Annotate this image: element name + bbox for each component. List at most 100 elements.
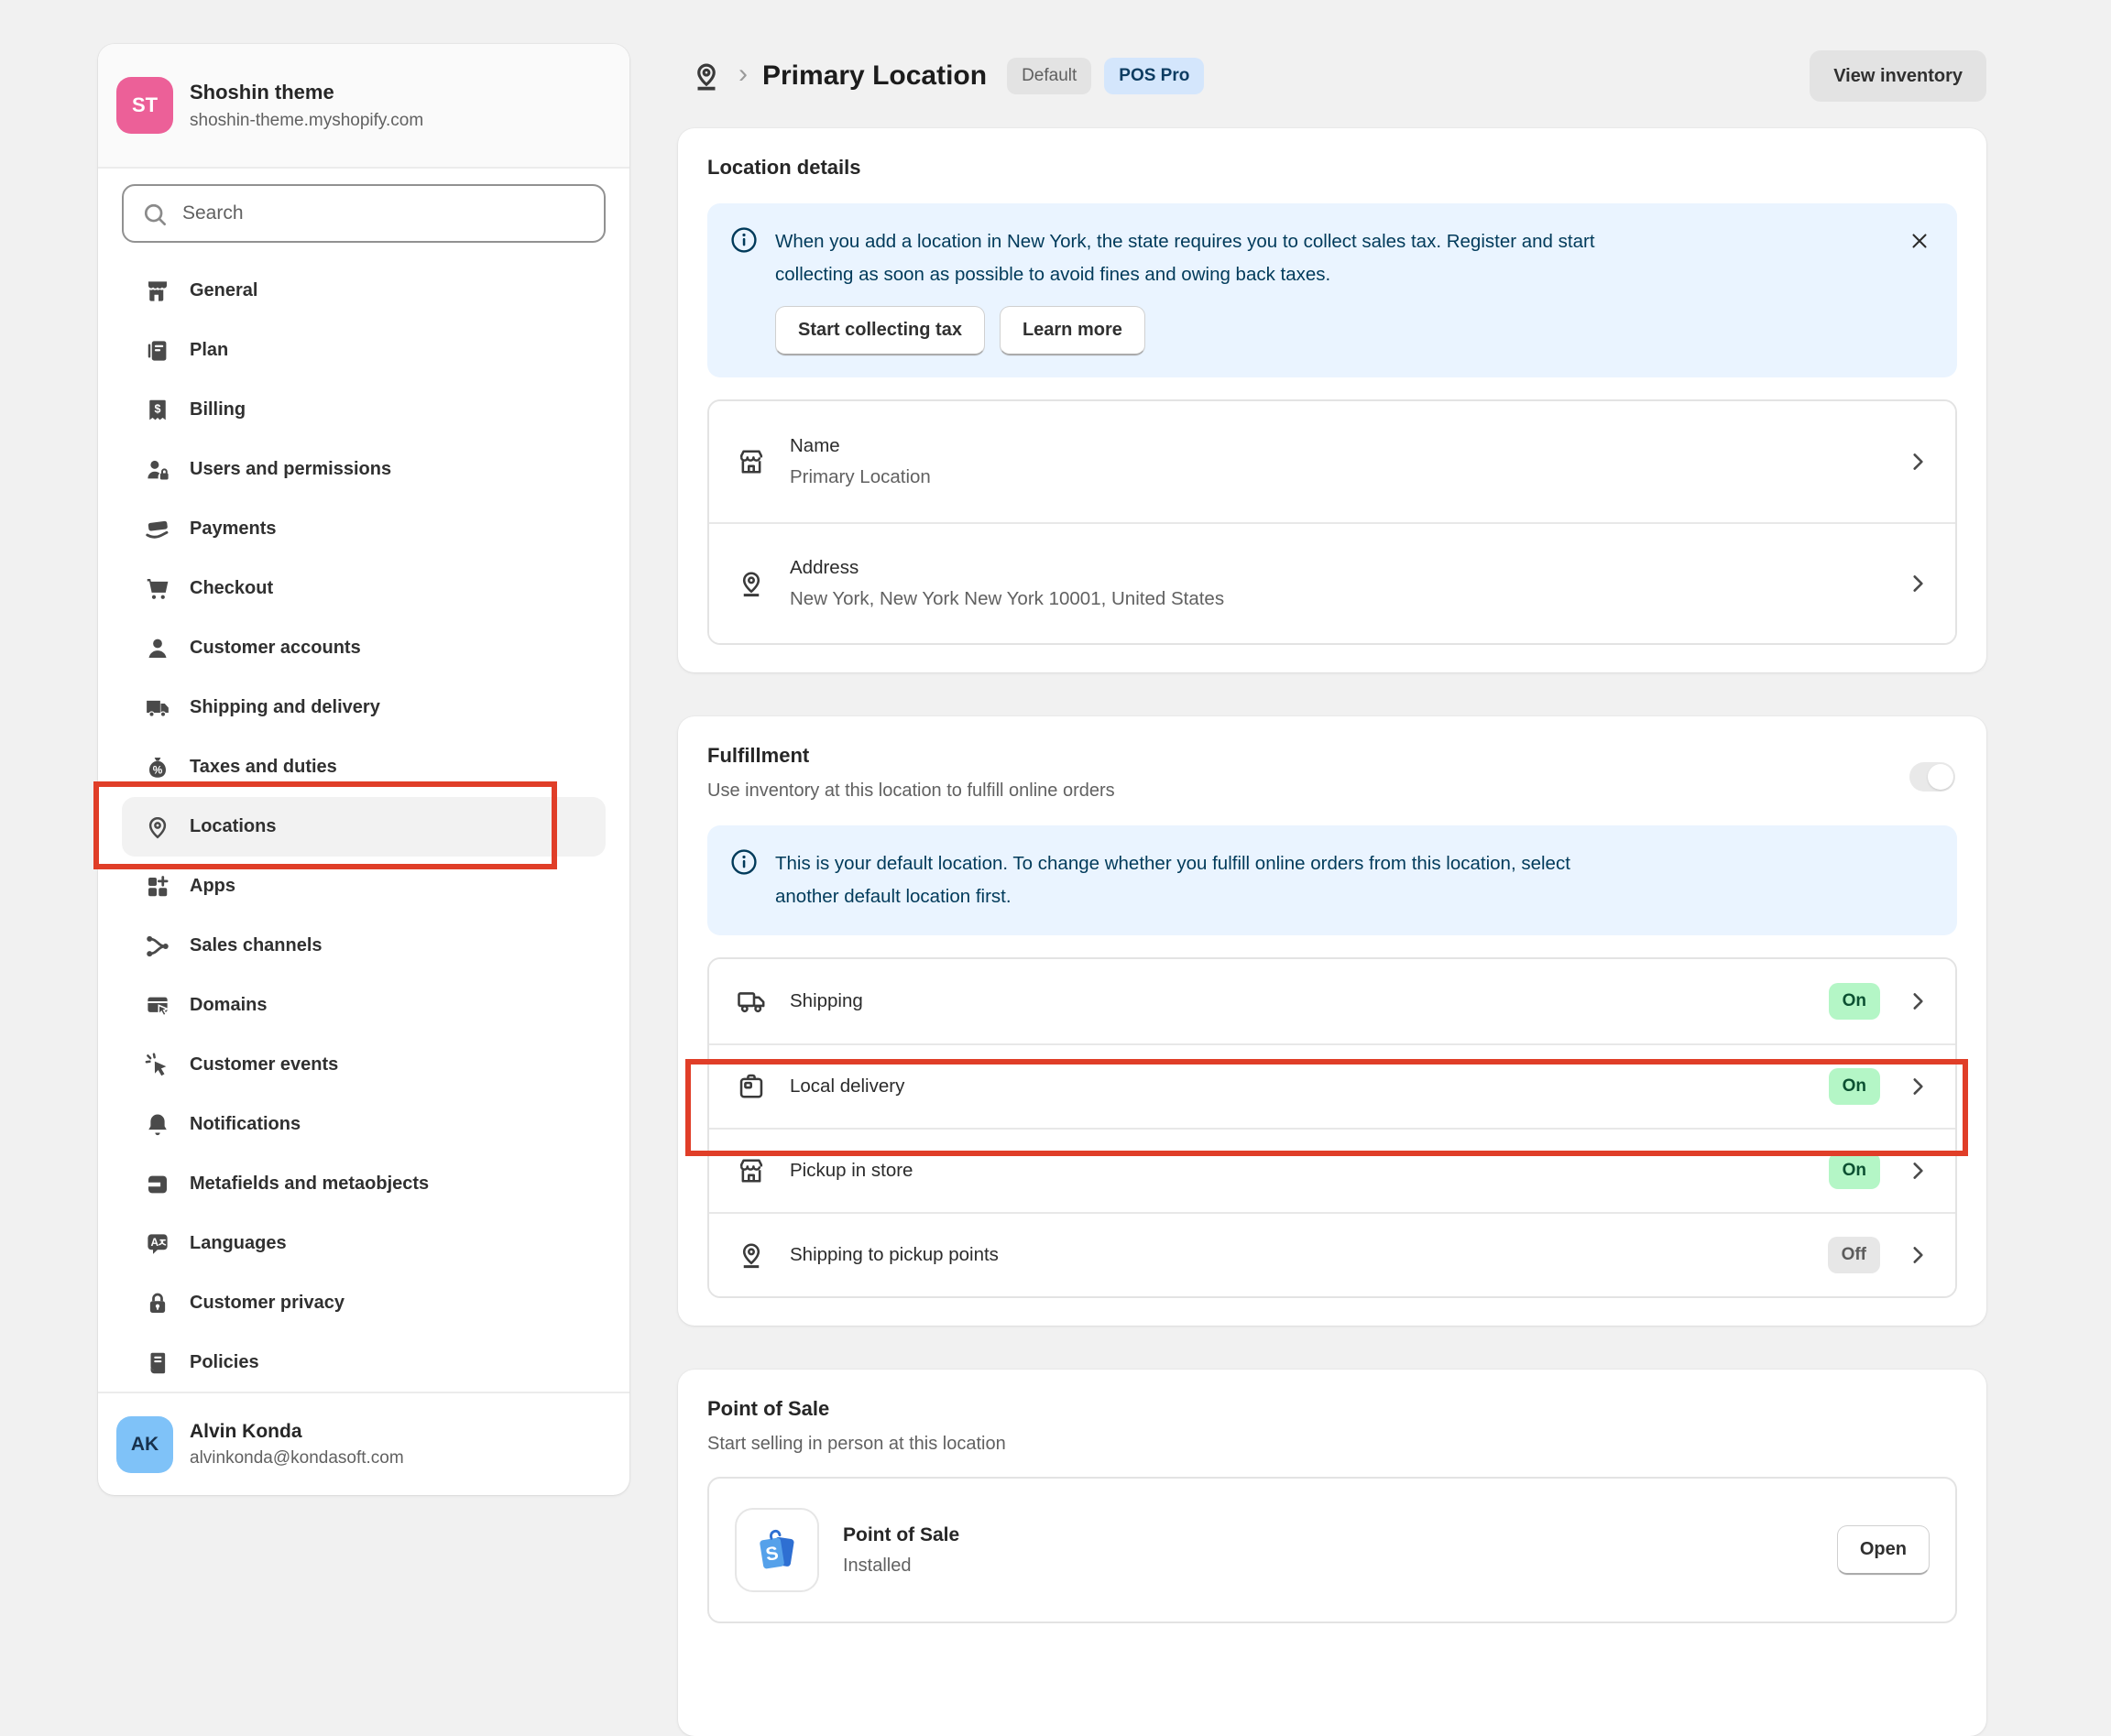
name-label: Name [790,435,931,457]
pickup-in-store-row[interactable]: Pickup in store On [709,1128,1955,1212]
fulfillment-toggle[interactable] [1909,762,1955,792]
location-details-card: Location details When you add a location… [678,128,1986,672]
local-delivery-status-badge: On [1829,1068,1880,1105]
svg-text:A: A [150,1235,159,1248]
store-icon [144,278,171,305]
banner-text-line1: This is your default location. To change… [775,847,1935,880]
chevron-right-icon [1906,989,1930,1013]
sidebar-item-shipping-delivery[interactable]: Shipping and delivery [122,678,606,737]
sidebar-item-billing[interactable]: $ Billing [122,380,606,440]
customer-events-icon [144,1052,171,1079]
search-icon [140,200,170,229]
pos-app-status: Installed [843,1556,959,1577]
truck-icon [144,694,171,722]
close-icon[interactable] [1904,225,1935,257]
pos-app-name: Point of Sale [843,1524,959,1546]
sidebar-item-notifications[interactable]: Notifications [122,1095,606,1154]
banner-text-line2: another default location first. [775,880,1935,913]
store-avatar: ST [116,77,173,134]
breadcrumb-separator: › [738,59,748,90]
users-icon [144,456,171,484]
apps-icon [144,873,171,901]
cart-icon [144,575,171,603]
shopify-pos-app-icon: S [735,1508,819,1592]
sidebar-item-checkout[interactable]: Checkout [122,559,606,618]
default-badge: Default [1007,58,1091,94]
payments-icon [144,516,171,543]
settings-sidebar: ST Shoshin theme shoshin-theme.myshopify… [98,44,629,1495]
locations-breadcrumb-icon[interactable] [689,59,724,93]
location-pin-icon [144,813,171,841]
local-delivery-row[interactable]: Local delivery On [709,1043,1955,1128]
chevron-right-icon [1906,1243,1930,1267]
name-row[interactable]: Name Primary Location [709,401,1955,522]
location-detail-rows: Name Primary Location Address New York, … [707,399,1957,645]
learn-more-button[interactable]: Learn more [1000,306,1145,355]
page-title: Primary Location [762,60,987,92]
view-inventory-button[interactable]: View inventory [1810,50,1986,102]
sidebar-item-general[interactable]: General [122,261,606,321]
search-input[interactable] [124,202,604,224]
user-email: alvinkonda@kondasoft.com [190,1448,404,1469]
sidebar-item-payments[interactable]: Payments [122,499,606,559]
bell-icon [144,1111,171,1139]
address-row[interactable]: Address New York, New York New York 1000… [709,522,1955,643]
sidebar-item-users-permissions[interactable]: Users and permissions [122,440,606,499]
shipping-status-badge: On [1829,983,1880,1020]
sidebar-item-customer-events[interactable]: Customer events [122,1035,606,1095]
sales-channels-icon [144,933,171,960]
map-pin-icon [735,1239,768,1272]
user-avatar: AK [116,1416,173,1473]
pickup-in-store-label: Pickup in store [790,1160,913,1182]
store-name: Shoshin theme [190,81,423,104]
sidebar-item-customer-privacy[interactable]: Customer privacy [122,1273,606,1333]
sidebar-item-domains[interactable]: Domains [122,976,606,1035]
info-icon [729,225,759,255]
open-pos-button[interactable]: Open [1837,1525,1930,1575]
sales-tax-banner: When you add a location in New York, the… [707,203,1957,377]
info-icon [729,847,759,877]
shipping-label: Shipping [790,990,863,1012]
storefront-icon [735,1154,768,1187]
domains-icon [144,992,171,1020]
sidebar-item-plan[interactable]: Plan [122,321,606,380]
fulfillment-rows: Shipping On Local delivery On [707,957,1957,1298]
default-location-banner: This is your default location. To change… [707,825,1957,935]
sidebar-item-customer-accounts[interactable]: Customer accounts [122,618,606,678]
sidebar-item-metafields[interactable]: Metafields and metaobjects [122,1154,606,1214]
shipping-row[interactable]: Shipping On [709,959,1955,1043]
shipping-to-pickup-points-status-badge: Off [1828,1237,1880,1273]
start-collecting-tax-button[interactable]: Start collecting tax [775,306,985,355]
storefront-icon [735,445,768,478]
main-content: › Primary Location Default POS Pro View … [678,44,1986,1736]
sidebar-item-languages[interactable]: A Languages [122,1214,606,1273]
svg-text:$: $ [155,402,161,415]
pos-heading: Point of Sale [707,1397,1957,1421]
shipping-to-pickup-points-row[interactable]: Shipping to pickup points Off [709,1212,1955,1296]
shipping-to-pickup-points-label: Shipping to pickup points [790,1244,999,1266]
languages-icon: A [144,1230,171,1258]
metafields-icon [144,1171,171,1198]
policies-icon [144,1349,171,1377]
chevron-right-icon [1906,450,1930,474]
taxes-icon: % [144,754,171,781]
sidebar-item-locations[interactable]: Locations [122,797,606,857]
sidebar-item-policies[interactable]: Policies [122,1333,606,1392]
search-box[interactable] [122,184,606,243]
user-account[interactable]: AK Alvin Konda alvinkonda@kondasoft.com [98,1392,629,1495]
sidebar-item-sales-channels[interactable]: Sales channels [122,916,606,976]
pos-subtitle: Start selling in person at this location [707,1434,1957,1455]
page-header: › Primary Location Default POS Pro View … [678,44,1986,108]
banner-text-line1: When you add a location in New York, the… [775,225,1891,258]
fulfillment-subtitle: Use inventory at this location to fulfil… [707,781,1957,802]
sidebar-item-taxes-duties[interactable]: % Taxes and duties [122,737,606,797]
chevron-right-icon [1906,1159,1930,1183]
lock-icon [144,1290,171,1317]
svg-text:%: % [153,763,163,776]
plan-icon [144,337,171,365]
store-header[interactable]: ST Shoshin theme shoshin-theme.myshopify… [98,44,629,169]
name-value: Primary Location [790,466,931,488]
pos-pro-badge: POS Pro [1104,58,1204,94]
sidebar-item-apps[interactable]: Apps [122,857,606,916]
person-icon [144,635,171,662]
